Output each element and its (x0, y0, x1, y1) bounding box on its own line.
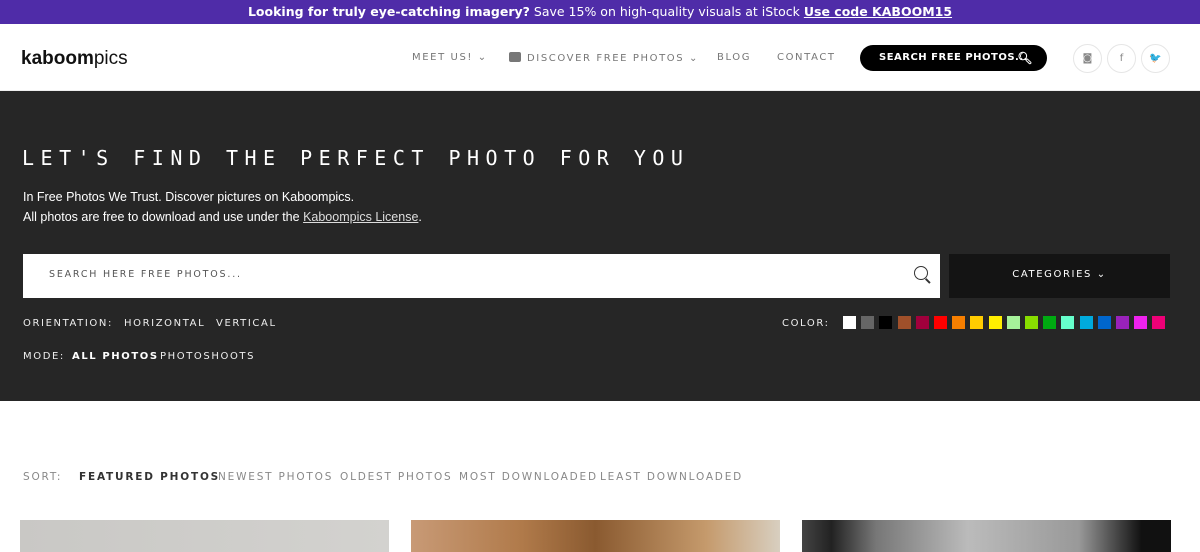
hero-title: LET'S FIND THE PERFECT PHOTO FOR YOU (22, 146, 690, 170)
color-swatch[interactable] (1152, 316, 1166, 329)
instagram-icon[interactable]: ◙ (1073, 44, 1102, 73)
promo-banner[interactable]: Looking for truly eye-catching imagery? … (0, 0, 1200, 24)
photo-search-box[interactable] (23, 254, 940, 298)
color-swatch[interactable] (1134, 316, 1148, 329)
hero-section: LET'S FIND THE PERFECT PHOTO FOR YOU In … (0, 91, 1200, 401)
nav-discover[interactable]: DISCOVER FREE PHOTOS ⌄ (509, 52, 699, 64)
color-swatch[interactable] (1079, 316, 1093, 329)
hero-line1: In Free Photos We Trust. Discover pictur… (23, 190, 355, 204)
promo-code-link[interactable]: Use code KABOOM15 (804, 4, 952, 19)
photo-card[interactable] (20, 520, 389, 552)
header-search-button[interactable]: SEARCH FREE PHOTOS... 🔍︎ (860, 45, 1047, 71)
sort-featured[interactable]: FEATURED PHOTOS (79, 471, 220, 483)
color-swatch[interactable] (1097, 316, 1111, 329)
color-swatch[interactable] (952, 316, 966, 329)
nav-contact[interactable]: CONTACT (777, 52, 836, 63)
promo-text: Save 15% on high-quality visuals at iSto… (529, 4, 804, 19)
hero-line2-end: . (418, 210, 422, 224)
sort-oldest[interactable]: OLDEST PHOTOS (340, 471, 453, 483)
camera-icon (509, 52, 521, 62)
site-header: kaboompics MEET US! ⌄ DISCOVER FREE PHOT… (0, 24, 1200, 91)
nav-discover-label: DISCOVER FREE PHOTOS ⌄ (527, 53, 699, 64)
twitter-icon[interactable]: 🐦 (1141, 44, 1170, 73)
sort-most-downloaded[interactable]: MOST DOWNLOADED (459, 471, 598, 483)
photo-card[interactable] (802, 520, 1171, 552)
orientation-horizontal[interactable]: HORIZONTAL (124, 318, 205, 329)
color-swatch[interactable] (915, 316, 929, 329)
photo-search-input[interactable] (49, 269, 869, 280)
color-swatch[interactable] (897, 316, 911, 329)
promo-headline: Looking for truly eye-catching imagery? (247, 4, 530, 19)
color-swatch[interactable] (1043, 316, 1057, 329)
color-swatch[interactable] (988, 316, 1002, 329)
search-icon[interactable] (914, 266, 928, 280)
nav-meet-us[interactable]: MEET US! ⌄ (412, 52, 488, 63)
sort-label: SORT: (23, 471, 63, 483)
hero-line2: All photos are free to download and use … (23, 210, 422, 224)
mode-label: MODE: (23, 351, 65, 362)
color-swatch[interactable] (1061, 316, 1075, 329)
sort-newest[interactable]: NEWEST PHOTOS (218, 471, 333, 483)
hero-line2-text: All photos are free to download and use … (23, 210, 304, 224)
orientation-label: ORIENTATION: (23, 318, 113, 329)
color-swatch[interactable] (843, 316, 856, 329)
mode-photoshoots[interactable]: PHOTOSHOOTS (160, 351, 255, 362)
color-swatch[interactable] (1025, 316, 1038, 329)
color-swatch[interactable] (1116, 316, 1129, 329)
header-search-label: SEARCH FREE PHOTOS... (879, 52, 1028, 63)
logo-bold: kaboom (21, 48, 94, 69)
color-swatch[interactable] (934, 316, 947, 329)
facebook-icon[interactable]: f (1107, 44, 1136, 73)
color-swatch[interactable] (970, 316, 984, 329)
color-swatch[interactable] (879, 316, 893, 329)
logo[interactable]: kaboompics (21, 48, 128, 70)
photo-card[interactable] (411, 520, 780, 552)
mode-all-photos[interactable]: ALL PHOTOS (72, 351, 159, 362)
search-icon: 🔍︎ (1017, 51, 1033, 65)
categories-button[interactable]: CATEGORIES ⌄ (949, 254, 1170, 298)
color-swatch[interactable] (1006, 316, 1020, 329)
license-link[interactable]: Kaboompics License (303, 210, 418, 224)
color-swatch[interactable] (861, 316, 875, 329)
color-label: COLOR: (782, 318, 830, 329)
nav-blog[interactable]: BLOG (717, 52, 751, 63)
logo-light: pics (93, 48, 128, 69)
sort-least-downloaded[interactable]: LEAST DOWNLOADED (600, 471, 743, 483)
orientation-vertical[interactable]: VERTICAL (216, 318, 277, 329)
